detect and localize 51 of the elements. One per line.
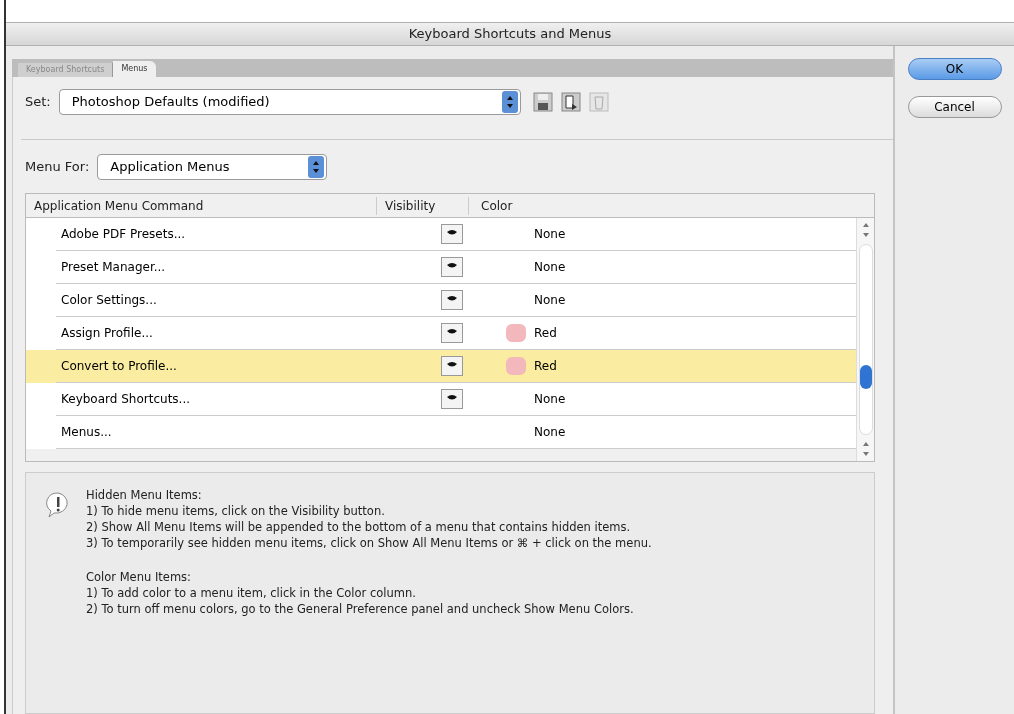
instruction-text: 3) To temporarily see hidden menu items, click on Show All Menu Items or ⌘ + click on the menu. [86,535,652,551]
stepper-icon [308,156,325,178]
tab[interactable]: Menus [113,61,156,77]
table-row[interactable]: Convert to Profile... Red [26,350,856,383]
column-header: Visibility [376,196,468,215]
eye-icon[interactable] [441,356,463,376]
table-row[interactable]: Assign Profile... Red [26,317,856,350]
instruction-text: 1) To hide menu items, click on the Visibility button. [86,503,386,519]
color-label: None [534,259,566,276]
command-label: Color Settings... [61,292,157,309]
column-header: Color [468,196,874,215]
table-row[interactable]: Preset Manager... None [26,251,856,284]
dialog-button[interactable]: OK [907,58,1002,80]
window-title: Keyboard Shortcuts and Menus [6,22,1014,46]
table-row[interactable]: Adobe PDF Presets... None [26,218,856,251]
save-as-icon[interactable] [560,92,581,112]
eye-icon[interactable] [441,389,463,409]
command-label: Keyboard Shortcuts... [61,391,191,408]
eye-icon[interactable] [441,257,463,277]
command-label: Assign Profile... [61,325,153,342]
column-header: Application Menu Command [33,197,205,215]
color-label: None [534,226,566,243]
color-label: Red [534,358,557,375]
eye-icon[interactable] [441,323,463,343]
color-label: None [534,424,566,441]
section-heading: Color Menu Items: [86,569,192,585]
eye-icon[interactable] [441,224,463,244]
table-row[interactable]: Keyboard Shortcuts... None [26,383,856,416]
table-row[interactable]: Menus... None [26,416,856,449]
dropdown[interactable]: Photoshop Defaults (modified) [58,89,521,115]
command-label: Preset Manager... [61,259,166,276]
command-label: Adobe PDF Presets... [61,226,186,243]
scrollbar[interactable] [856,218,874,461]
table-row[interactable]: Color Settings... None [26,284,856,317]
section-heading: Hidden Menu Items: [86,487,203,503]
command-label: Convert to Profile... [61,358,177,375]
color-label: None [534,292,566,309]
stepper-icon [501,91,518,113]
field-label: Menu For: [25,158,90,177]
color-label: None [534,391,566,408]
dialog-button[interactable]: Cancel [907,96,1002,118]
instruction-text: 2) To turn off menu colors, go to the General Preference panel and uncheck Show Menu Colors. [86,601,635,617]
command-label: Menus... [61,424,112,441]
dropdown[interactable]: Application Menus [97,154,328,180]
instruction-text: 1) To add color to a menu item, click in the Color column. [86,585,417,601]
save-icon[interactable] [532,92,553,112]
color-label: Red [534,325,557,342]
scroll-thumb[interactable] [859,365,872,389]
instruction-text: 2) Show All Menu Items will be appended to the bottom of a menu that contains hidden items. [86,519,632,535]
field-label: Set: [25,93,51,112]
eye-icon[interactable] [441,290,463,310]
